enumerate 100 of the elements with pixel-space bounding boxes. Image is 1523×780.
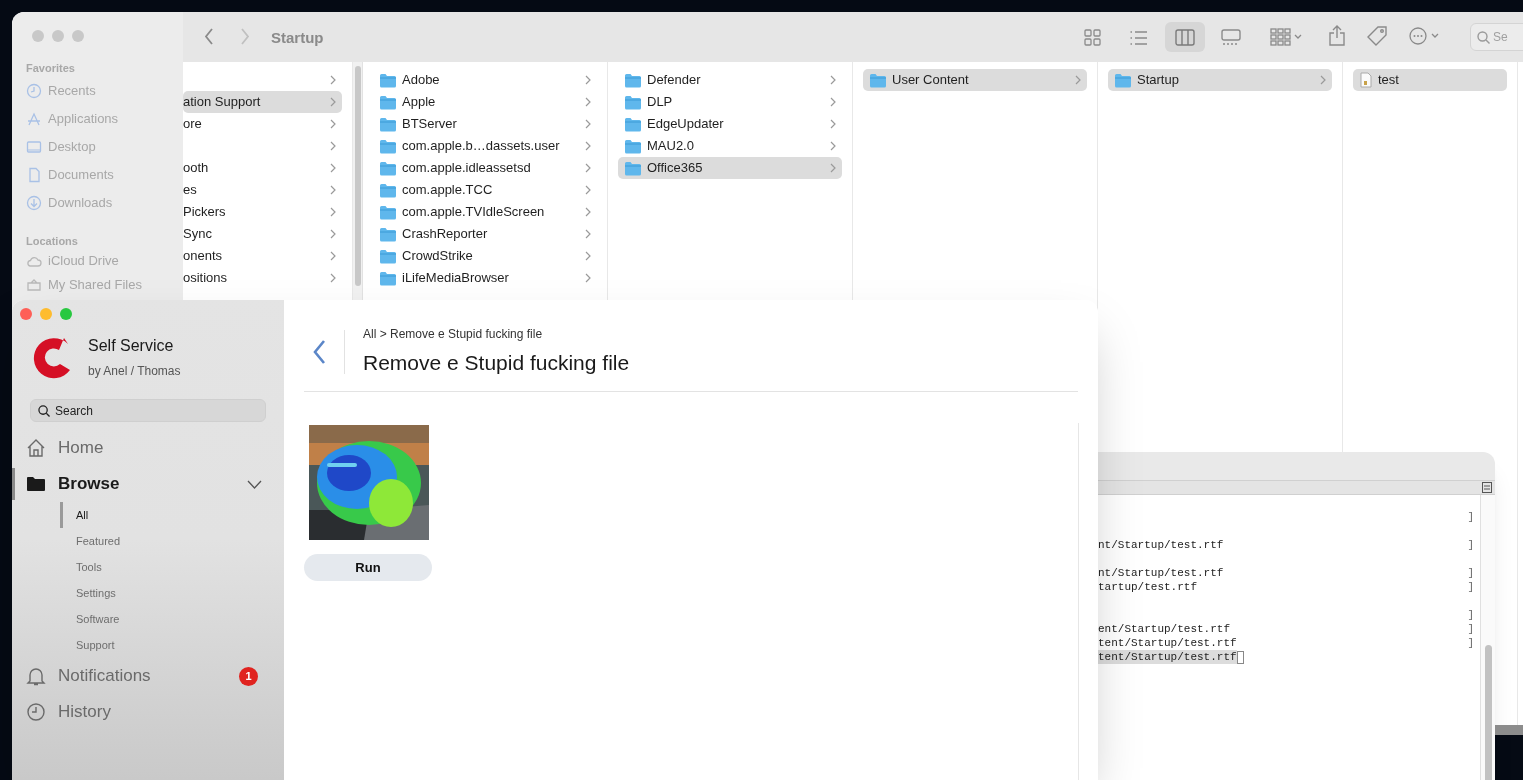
bracket: ] (1467, 607, 1474, 623)
back-icon[interactable] (204, 28, 214, 45)
folder-icon (379, 226, 397, 242)
file-row[interactable]: test (1353, 69, 1507, 91)
back-icon[interactable] (312, 339, 326, 365)
file-row[interactable]: Office365 (618, 157, 842, 179)
chevron-icon (330, 251, 336, 261)
file-row[interactable]: CrowdStrike (373, 245, 597, 267)
selection-bar (12, 468, 15, 500)
search-input[interactable]: Se (1493, 28, 1523, 46)
chevron-icon (830, 141, 836, 151)
bracket: ] (1467, 537, 1474, 553)
nav-subitem[interactable]: Support (60, 632, 284, 658)
file-row[interactable]: ositions (183, 267, 342, 289)
search-input[interactable]: Search (55, 401, 265, 420)
window-title: Startup (271, 28, 324, 48)
file-row[interactable]: com.apple.b…dassets.user (373, 135, 597, 157)
nav-item[interactable]: Notifications 1 (12, 658, 284, 694)
desktop-icon (26, 138, 42, 155)
folder-icon (624, 138, 642, 154)
file-row[interactable]: Pickers (183, 201, 342, 223)
chevron-icon (585, 141, 591, 151)
file-row[interactable]: com.apple.idleassetsd (373, 157, 597, 179)
chevron-icon (585, 75, 591, 85)
file-row[interactable]: User Content (863, 69, 1087, 91)
folder-icon (379, 94, 397, 110)
file-row[interactable]: EdgeUpdater (618, 113, 842, 135)
zoom-button[interactable] (60, 308, 72, 320)
group-icon[interactable] (1270, 28, 1302, 46)
terminal-line: ent/Startup/test.rtf (1098, 622, 1231, 636)
folder-icon (379, 138, 397, 154)
file-row[interactable]: onents (183, 245, 342, 267)
file-row[interactable]: com.apple.TVIdleScreen (373, 201, 597, 223)
nav-item[interactable]: History (12, 694, 284, 730)
chevron-icon (585, 207, 591, 217)
forward-icon[interactable] (240, 28, 250, 45)
column-view-icon (1175, 27, 1195, 47)
chevron-icon (330, 185, 336, 195)
file-row[interactable]: MAU2.0 (618, 135, 842, 157)
minimize-button[interactable] (52, 30, 64, 42)
bell-icon (26, 666, 46, 686)
search-field[interactable]: Search (30, 399, 266, 422)
split-icon[interactable] (1482, 482, 1492, 493)
nav-subitem[interactable]: All (60, 502, 284, 528)
close-button[interactable] (20, 308, 32, 320)
terminal-line: nt/Startup/test.rtf (1098, 566, 1224, 580)
nav-subitem[interactable]: Settings (60, 580, 284, 606)
chevron-icon (585, 251, 591, 261)
file-row[interactable]: ore (183, 113, 342, 135)
folder-icon (379, 116, 397, 132)
file-row[interactable]: Apple (373, 91, 597, 113)
nav-subitem[interactable]: Software (60, 606, 284, 632)
window-edge (1495, 725, 1523, 735)
bracket: ] (1467, 509, 1474, 525)
folder-icon (624, 160, 642, 176)
file-row[interactable]: Adobe (373, 69, 597, 91)
chevron-icon (330, 273, 336, 283)
nav-item[interactable]: Browse (12, 466, 284, 502)
file-row[interactable]: Sync (183, 223, 342, 245)
text-cursor (1236, 650, 1244, 664)
share-icon[interactable] (1329, 25, 1345, 46)
nav-subitem[interactable]: Tools (60, 554, 284, 580)
chevron-icon (330, 229, 336, 239)
notification-badge: 1 (239, 666, 258, 686)
search-field[interactable]: Se (1470, 23, 1523, 51)
chevron-icon (585, 163, 591, 173)
tag-icon[interactable] (1367, 26, 1387, 46)
file-row[interactable]: DLP (618, 91, 842, 113)
file-row[interactable]: ooth (183, 157, 342, 179)
terminal-line: nt/Startup/test.rtf (1098, 538, 1224, 552)
file-row[interactable]: BTServer (373, 113, 597, 135)
file-row[interactable]: Defender (618, 69, 842, 91)
file-row[interactable]: com.apple.TCC (373, 179, 597, 201)
chevron-icon (585, 273, 591, 283)
chevron-icon (830, 119, 836, 129)
scrollbar-thumb[interactable] (354, 66, 361, 286)
view-mode-button[interactable] (1165, 22, 1205, 52)
chevron-icon (330, 207, 336, 217)
bracket: ] (1467, 621, 1474, 637)
nav-item[interactable]: Home (12, 430, 284, 466)
zoom-button[interactable] (72, 30, 84, 42)
nav-subitem[interactable]: Featured (60, 528, 284, 554)
chevron-icon (585, 97, 591, 107)
scrollbar-thumb[interactable] (1485, 645, 1492, 780)
file-row[interactable]: iLifeMediaBrowser (373, 267, 597, 289)
more-icon[interactable] (1409, 27, 1439, 45)
file-row[interactable]: CrashReporter (373, 223, 597, 245)
minimize-button[interactable] (40, 308, 52, 320)
close-button[interactable] (32, 30, 44, 42)
file-row[interactable]: es (183, 179, 342, 201)
run-button[interactable]: Run (304, 554, 432, 581)
download-icon (26, 194, 42, 211)
file-row[interactable]: Startup (1108, 69, 1332, 91)
chevron-icon (1320, 75, 1326, 85)
chevron-icon (330, 119, 336, 129)
folder-icon (379, 270, 397, 286)
file-row[interactable]: ation Support (183, 91, 342, 113)
folder-icon (379, 204, 397, 220)
chevron-icon (1075, 75, 1081, 85)
folder-icon (379, 182, 397, 198)
